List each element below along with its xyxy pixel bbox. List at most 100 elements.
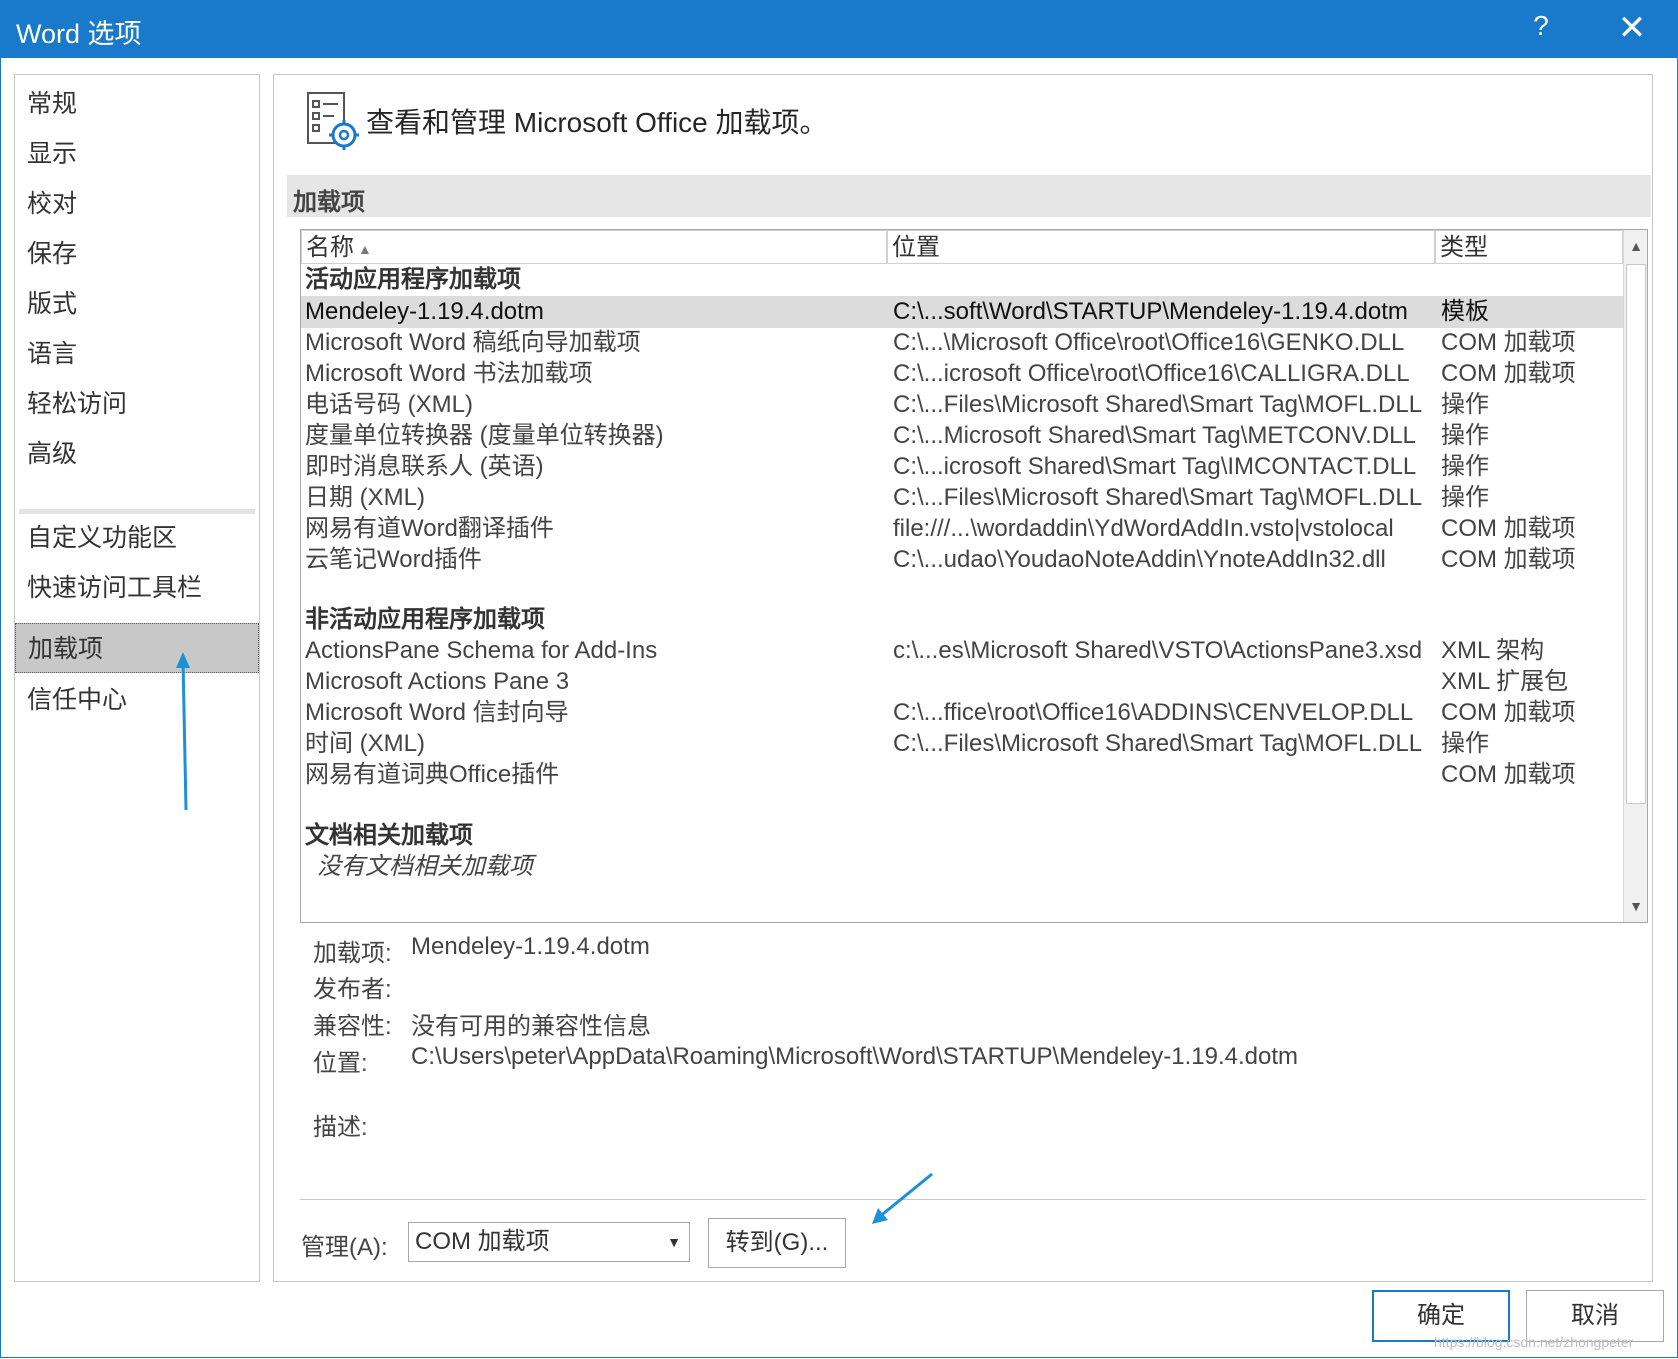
sort-ascending-icon: ▲: [358, 240, 372, 257]
column-header-type[interactable]: 类型: [1435, 230, 1623, 264]
sidebar-item-accessibility[interactable]: 轻松访问: [15, 379, 259, 429]
row-type: 模板: [1441, 298, 1489, 325]
sidebar: 常规 显示 校对 保存 版式 语言 轻松访问 高级 自定义功能区 快速访问工具栏…: [14, 74, 260, 1282]
page-title: 查看和管理 Microsoft Office 加载项。: [366, 107, 828, 138]
row-name: ActionsPane Schema for Add-Ins: [305, 637, 658, 664]
row-location: C:\...Files\Microsoft Shared\Smart Tag\M…: [893, 730, 1423, 757]
row-name: 度量单位转换器 (度量单位转换器): [305, 422, 664, 449]
detail-addin-value: Mendeley-1.19.4.dotm: [411, 933, 650, 960]
detail-compat-value: 没有可用的兼容性信息: [411, 1013, 651, 1040]
table-row[interactable]: 度量单位转换器 (度量单位转换器) C:\...Microsoft Shared…: [301, 420, 1623, 452]
sidebar-item-proofing[interactable]: 校对: [15, 179, 259, 229]
row-type: COM 加载项: [1441, 546, 1576, 573]
sidebar-item-customize-ribbon[interactable]: 自定义功能区: [15, 513, 259, 563]
detail-desc-label: 描述:: [313, 1114, 368, 1141]
row-name: Mendeley-1.19.4.dotm: [305, 298, 544, 325]
addins-table[interactable]: 名称 ▲ 位置 类型 活动应用程序加载项 Mendeley-1.19.4.dotm…: [300, 229, 1648, 923]
column-header-name[interactable]: 名称 ▲: [301, 230, 887, 264]
manage-select[interactable]: COM 加载项 ▼: [408, 1222, 690, 1262]
row-name: Microsoft Word 信封向导: [305, 699, 569, 726]
row-location: C:\...Microsoft Shared\Smart Tag\METCONV…: [893, 422, 1416, 449]
table-row[interactable]: Microsoft Word 信封向导 C:\...ffice\root\Off…: [301, 697, 1623, 729]
row-location: C:\...soft\Word\STARTUP\Mendeley-1.19.4.…: [893, 298, 1408, 325]
table-row[interactable]: 电话号码 (XML) C:\...Files\Microsoft Shared\…: [301, 389, 1623, 421]
row-name: 网易有道词典Office插件: [305, 761, 560, 788]
scroll-up-icon[interactable]: ▲: [1624, 230, 1647, 262]
document-addins-empty: 没有文档相关加载项: [317, 853, 533, 880]
detail-location-value: C:\Users\peter\AppData\Roaming\Microsoft…: [411, 1043, 1299, 1070]
sidebar-item-general[interactable]: 常规: [15, 79, 259, 129]
table-row[interactable]: Microsoft Word 稿纸向导加载项 C:\...\Microsoft …: [301, 327, 1623, 359]
table-row[interactable]: 云笔记Word插件 C:\...udao\YoudaoNoteAddin\Yno…: [301, 544, 1623, 576]
table-row[interactable]: 时间 (XML) C:\...Files\Microsoft Shared\Sm…: [301, 728, 1623, 760]
chevron-down-icon: ▼: [667, 1234, 681, 1250]
row-name: Microsoft Word 稿纸向导加载项: [305, 329, 641, 356]
row-location: C:\...icrosoft Shared\Smart Tag\IMCONTAC…: [893, 453, 1417, 480]
sidebar-item-display[interactable]: 显示: [15, 129, 259, 179]
title-bar: Word 选项 ? ✕: [0, 0, 1678, 58]
section-header: 加载项: [287, 175, 1651, 217]
row-type: COM 加载项: [1441, 699, 1576, 726]
sidebar-item-addins[interactable]: 加载项: [15, 623, 259, 673]
row-name: 网易有道Word翻译插件: [305, 515, 554, 542]
row-type: 操作: [1441, 391, 1489, 418]
row-location: c:\...es\Microsoft Shared\VSTO\ActionsPa…: [893, 637, 1423, 664]
row-location: C:\...\Microsoft Office\root\Office16\GE…: [893, 329, 1405, 356]
watermark: https://blog.csdn.net/zhongpeter: [1434, 1334, 1634, 1350]
column-header-name-label: 名称: [306, 234, 354, 261]
sidebar-item-trust-center[interactable]: 信任中心: [15, 675, 259, 725]
row-name: 即时消息联系人 (英语): [305, 453, 544, 480]
table-row[interactable]: 日期 (XML) C:\...Files\Microsoft Shared\Sm…: [301, 482, 1623, 514]
sidebar-item-advanced[interactable]: 高级: [15, 429, 259, 479]
sidebar-item-layout[interactable]: 版式: [15, 279, 259, 329]
window-title: Word 选项: [16, 19, 142, 49]
row-type: COM 加载项: [1441, 515, 1576, 542]
sidebar-item-quick-access-toolbar[interactable]: 快速访问工具栏: [15, 563, 259, 613]
row-name: 电话号码 (XML): [305, 391, 473, 418]
table-row[interactable]: 网易有道词典Office插件 COM 加载项: [301, 759, 1623, 791]
main-panel: 查看和管理 Microsoft Office 加载项。 加载项 名称 ▲ 位置 类…: [273, 74, 1653, 1282]
divider: [300, 1199, 1646, 1200]
row-type: COM 加载项: [1441, 329, 1576, 356]
goto-button[interactable]: 转到(G)...: [708, 1218, 846, 1268]
detail-location-label: 位置:: [313, 1050, 368, 1077]
section-title: 加载项: [293, 189, 365, 216]
row-type: 操作: [1441, 453, 1489, 480]
manage-select-value: COM 加载项: [415, 1228, 550, 1255]
detail-compat-label: 兼容性:: [313, 1013, 392, 1040]
table-row[interactable]: 网易有道Word翻译插件 file:///...\wordaddin\YdWor…: [301, 513, 1623, 545]
row-location: C:\...udao\YoudaoNoteAddin\YnoteAddIn32.…: [893, 546, 1386, 573]
close-button[interactable]: ✕: [1612, 8, 1652, 48]
row-type: COM 加载项: [1441, 761, 1576, 788]
row-type: 操作: [1441, 484, 1489, 511]
table-row[interactable]: Microsoft Word 书法加载项 C:\...icrosoft Offi…: [301, 358, 1623, 390]
row-name: Microsoft Word 书法加载项: [305, 360, 593, 387]
row-type: COM 加载项: [1441, 360, 1576, 387]
sidebar-item-save[interactable]: 保存: [15, 229, 259, 279]
row-type: XML 架构: [1441, 637, 1545, 664]
table-row[interactable]: Mendeley-1.19.4.dotm C:\...soft\Word\STA…: [301, 296, 1623, 328]
row-location: C:\...icrosoft Office\root\Office16\CALL…: [893, 360, 1410, 387]
addins-gear-icon: [307, 92, 359, 150]
row-name: Microsoft Actions Pane 3: [305, 668, 570, 695]
sidebar-item-language[interactable]: 语言: [15, 329, 259, 379]
row-location: C:\...Files\Microsoft Shared\Smart Tag\M…: [893, 391, 1423, 418]
row-name: 日期 (XML): [305, 484, 425, 511]
column-header-location[interactable]: 位置: [887, 230, 1435, 264]
row-location: C:\...Files\Microsoft Shared\Smart Tag\M…: [893, 484, 1423, 511]
manage-label: 管理(A):: [301, 1234, 388, 1261]
group-header-document: 文档相关加载项: [305, 822, 473, 849]
scroll-down-icon[interactable]: ▼: [1624, 890, 1647, 922]
table-row[interactable]: 即时消息联系人 (英语) C:\...icrosoft Shared\Smart…: [301, 451, 1623, 483]
scrollbar-thumb[interactable]: [1626, 264, 1646, 804]
row-type: 操作: [1441, 422, 1489, 449]
table-row[interactable]: Microsoft Actions Pane 3 XML 扩展包: [301, 666, 1623, 698]
table-scrollbar[interactable]: ▲ ▼: [1623, 230, 1647, 922]
group-header-inactive: 非活动应用程序加载项: [305, 606, 545, 633]
row-type: 操作: [1441, 730, 1489, 757]
row-location: file:///...\wordaddin\YdWordAddIn.vsto|v…: [893, 515, 1394, 542]
help-button[interactable]: ?: [1526, 10, 1556, 42]
row-name: 时间 (XML): [305, 730, 425, 757]
table-row[interactable]: ActionsPane Schema for Add-Ins c:\...es\…: [301, 635, 1623, 667]
row-location: C:\...ffice\root\Office16\ADDINS\CENVELO…: [893, 699, 1414, 726]
